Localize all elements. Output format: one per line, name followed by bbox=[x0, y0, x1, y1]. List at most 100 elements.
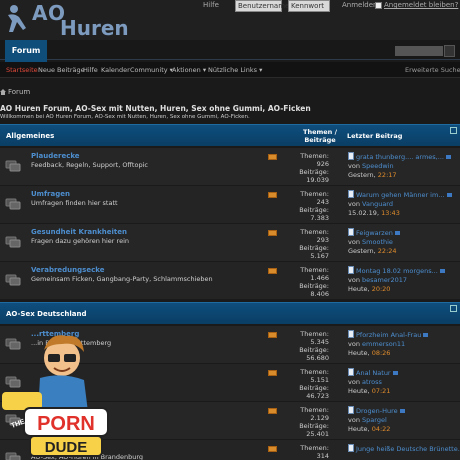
forum-row[interactable]: Verabredungsecke Gemeinsam Ficken, Gangb… bbox=[0, 262, 460, 300]
last-post-by: von bbox=[348, 200, 360, 208]
subnav-community[interactable]: Community ▾ bbox=[130, 66, 173, 74]
breadcrumb-forum[interactable]: Forum bbox=[8, 88, 30, 96]
tab-forum[interactable]: Forum bbox=[5, 40, 47, 62]
thread-icon bbox=[348, 228, 354, 236]
last-post-user-link[interactable]: emmerson11 bbox=[362, 340, 405, 348]
extended-search-link[interactable]: Erweiterte Suche bbox=[405, 66, 460, 74]
home-icon[interactable] bbox=[0, 89, 6, 95]
goto-post-icon[interactable] bbox=[394, 231, 400, 235]
username-input[interactable]: Benutzername bbox=[235, 0, 289, 12]
last-post-by: von bbox=[348, 162, 360, 170]
forum-row[interactable]: Plauderecke Feedback, Regeln, Support, O… bbox=[0, 148, 460, 186]
page-subtitle: Willkommen bei AO Huren Forum, AO-Sex mi… bbox=[0, 114, 250, 120]
thread-icon bbox=[348, 368, 354, 376]
main-navbar: Forum bbox=[0, 40, 460, 62]
thread-icon bbox=[348, 444, 354, 452]
collapse-icon[interactable] bbox=[450, 127, 457, 134]
goto-post-icon[interactable] bbox=[392, 371, 398, 375]
last-post-title-link[interactable]: Junge heiße Deutsche Brünette... bbox=[356, 445, 460, 453]
password-input[interactable]: Kennwort bbox=[288, 0, 330, 12]
rss-icon[interactable] bbox=[268, 408, 277, 414]
help-link[interactable]: Hilfe bbox=[203, 1, 219, 9]
thread-icon bbox=[348, 266, 354, 274]
last-post-title-link[interactable]: Feigwarzen bbox=[356, 229, 393, 237]
rss-icon[interactable] bbox=[268, 230, 277, 236]
subnav-neue-beitraege[interactable]: Neue Beiträge bbox=[38, 66, 85, 74]
forum-stats: Themen: 5.151 Beiträge: 46.723 bbox=[287, 368, 329, 400]
forum-row[interactable]: Gesundheit Krankheiten Fragen dazu gehör… bbox=[0, 224, 460, 262]
last-post-by: von bbox=[348, 276, 360, 284]
last-post-title-link[interactable]: Drogen-Hure bbox=[356, 407, 398, 415]
last-post-date: 15.02.19, bbox=[348, 209, 380, 217]
forum-stats: Themen: 2.129 Beiträge: 25.401 bbox=[287, 406, 329, 438]
search-button[interactable] bbox=[444, 45, 455, 57]
remember-label[interactable]: Angemeldet bleiben? bbox=[384, 1, 458, 9]
goto-post-icon[interactable] bbox=[423, 333, 429, 337]
subnav-hilfe[interactable]: Hilfe bbox=[83, 66, 98, 74]
site-logo[interactable]: AO Huren bbox=[4, 1, 129, 40]
last-post-title-link[interactable]: grata thunberg.... armes,... bbox=[356, 153, 444, 161]
thread-count: Themen: 926 bbox=[300, 152, 329, 168]
last-post-by: von bbox=[348, 378, 360, 386]
rss-icon[interactable] bbox=[268, 370, 277, 376]
goto-post-icon[interactable] bbox=[399, 409, 405, 413]
remember-checkbox[interactable] bbox=[375, 2, 382, 9]
forum-title-link[interactable]: Plauderecke bbox=[31, 152, 80, 160]
last-post: Feigwarzen von Smoothie Gestern, 22:24 bbox=[348, 228, 400, 256]
rss-icon[interactable] bbox=[268, 446, 277, 452]
subnav-startseite[interactable]: Startseite bbox=[6, 66, 38, 74]
forum-title-link[interactable]: Umfragen bbox=[31, 190, 70, 198]
last-post-user-link[interactable]: Spargel bbox=[362, 416, 387, 424]
forum-stats: Themen: 293 Beiträge: 5.167 bbox=[287, 228, 329, 260]
thread-count: Themen: 293 bbox=[300, 228, 329, 244]
thread-icon bbox=[348, 406, 354, 414]
forum-status-icon bbox=[5, 160, 21, 172]
last-post-by: von bbox=[348, 340, 360, 348]
last-post: Warum gehen Männer im... von Vanguard 15… bbox=[348, 190, 452, 218]
logo-figure-icon bbox=[8, 5, 26, 33]
subnav-aktionen[interactable]: Aktionen ▾ bbox=[172, 66, 206, 74]
thread-count: Themen: 2.129 bbox=[300, 406, 329, 422]
last-post-user-link[interactable]: Smoothie bbox=[362, 238, 393, 246]
rss-icon[interactable] bbox=[268, 154, 277, 160]
forum-row[interactable]: Umfragen Umfragen finden hier statt Them… bbox=[0, 186, 460, 224]
section-header-ao-sex-deutschland[interactable]: AO-Sex Deutschland bbox=[0, 302, 460, 324]
collapse-icon[interactable] bbox=[450, 305, 457, 312]
section-title[interactable]: AO-Sex Deutschland bbox=[6, 310, 86, 318]
last-post-time: 22:24 bbox=[377, 247, 397, 255]
forum-status-icon bbox=[5, 198, 21, 210]
last-post-time: 04:22 bbox=[371, 425, 391, 433]
last-post-user-link[interactable]: atross bbox=[362, 378, 382, 386]
forum-title-link[interactable]: Verabredungsecke bbox=[31, 266, 104, 274]
last-post-date: Gestern, bbox=[348, 247, 376, 255]
goto-post-icon[interactable] bbox=[445, 155, 451, 159]
subnav-kalender[interactable]: Kalender bbox=[101, 66, 130, 74]
porn-dude-watermark-image: PORN DUDE THE bbox=[2, 335, 109, 457]
forum-title-link[interactable]: Gesundheit Krankheiten bbox=[31, 228, 127, 236]
section-header-allgemeines[interactable]: Allgemeines Themen / Beiträge Letzter Be… bbox=[0, 124, 460, 146]
last-post-title-link[interactable]: Pforzheim Anal-Frau bbox=[356, 331, 421, 339]
last-post-title-link[interactable]: Anal Natur bbox=[356, 369, 391, 377]
rss-icon[interactable] bbox=[268, 192, 277, 198]
thread-icon bbox=[348, 190, 354, 198]
goto-post-icon[interactable] bbox=[439, 269, 445, 273]
forum-description: Gemeinsam Ficken, Gangbang-Party, Schlam… bbox=[31, 275, 213, 283]
last-post-user-link[interactable]: Vanguard bbox=[362, 200, 393, 208]
rss-icon[interactable] bbox=[268, 332, 277, 338]
last-post-user-link[interactable]: besamer2017 bbox=[362, 276, 407, 284]
section-title[interactable]: Allgemeines bbox=[6, 132, 54, 140]
thread-count: Themen: 314 bbox=[300, 444, 329, 460]
login-button[interactable]: Anmelden bbox=[342, 1, 377, 9]
post-count-label: Beiträge: bbox=[299, 346, 329, 354]
rss-icon[interactable] bbox=[268, 268, 277, 274]
sub-navbar: Startseite Neue Beiträge Hilfe Kalender … bbox=[0, 62, 460, 78]
subnav-nuetzliche-links[interactable]: Nützliche Links ▾ bbox=[208, 66, 262, 74]
last-post-title-link[interactable]: Warum gehen Männer im... bbox=[356, 191, 445, 199]
quick-search-input[interactable] bbox=[395, 46, 443, 56]
last-post-date: Heute, bbox=[348, 387, 370, 395]
goto-post-icon[interactable] bbox=[446, 193, 452, 197]
forum-stats: Themen: 5.345 Beiträge: 56.680 bbox=[287, 330, 329, 362]
forum-stats: Themen: 243 Beiträge: 7.383 bbox=[287, 190, 329, 222]
last-post-user-link[interactable]: Speedwin bbox=[362, 162, 394, 170]
last-post-title-link[interactable]: Montag 18.02 morgens... bbox=[356, 267, 438, 275]
